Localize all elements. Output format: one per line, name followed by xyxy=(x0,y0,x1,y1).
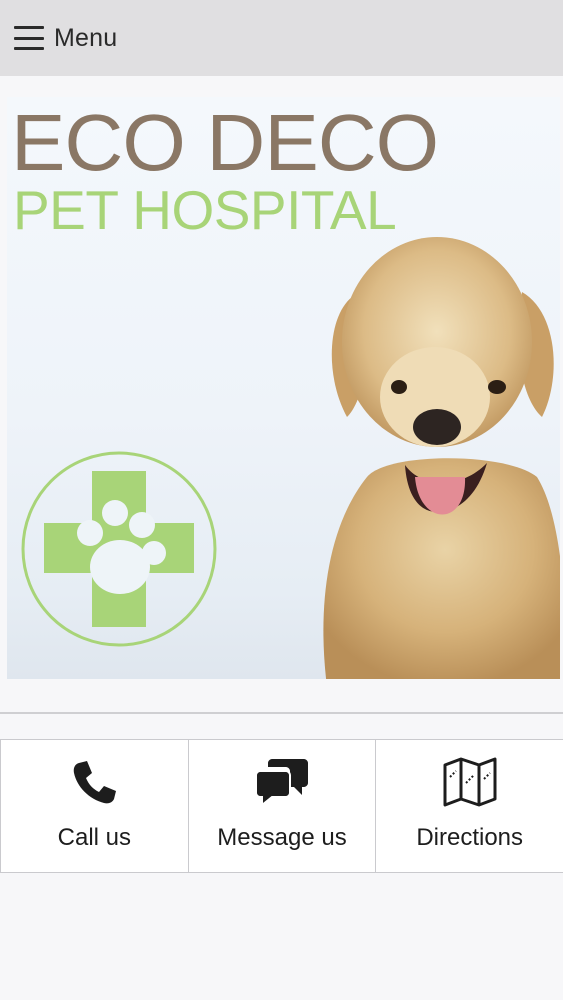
golden-retriever-image xyxy=(323,237,560,679)
top-bar: Menu xyxy=(0,0,563,76)
hero-banner: ECO DECO PET HOSPITAL xyxy=(7,97,560,679)
directions-label: Directions xyxy=(416,824,524,851)
call-us-button[interactable]: Call us xyxy=(0,740,189,872)
hamburger-icon xyxy=(14,26,44,50)
hero-title: ECO DECO xyxy=(11,98,439,187)
message-us-label: Message us xyxy=(217,824,347,851)
phone-icon xyxy=(71,756,117,808)
directions-button[interactable]: Directions xyxy=(376,740,563,872)
message-us-button[interactable]: Message us xyxy=(189,740,377,872)
menu-label: Menu xyxy=(54,23,118,52)
chat-bubbles-icon xyxy=(256,756,308,808)
map-icon xyxy=(442,756,498,808)
action-bar: Call us Message us Directions xyxy=(0,739,563,873)
menu-button[interactable]: Menu xyxy=(14,24,117,53)
call-us-label: Call us xyxy=(57,824,132,851)
section-divider xyxy=(0,712,563,714)
paw-cross-logo xyxy=(21,451,217,647)
